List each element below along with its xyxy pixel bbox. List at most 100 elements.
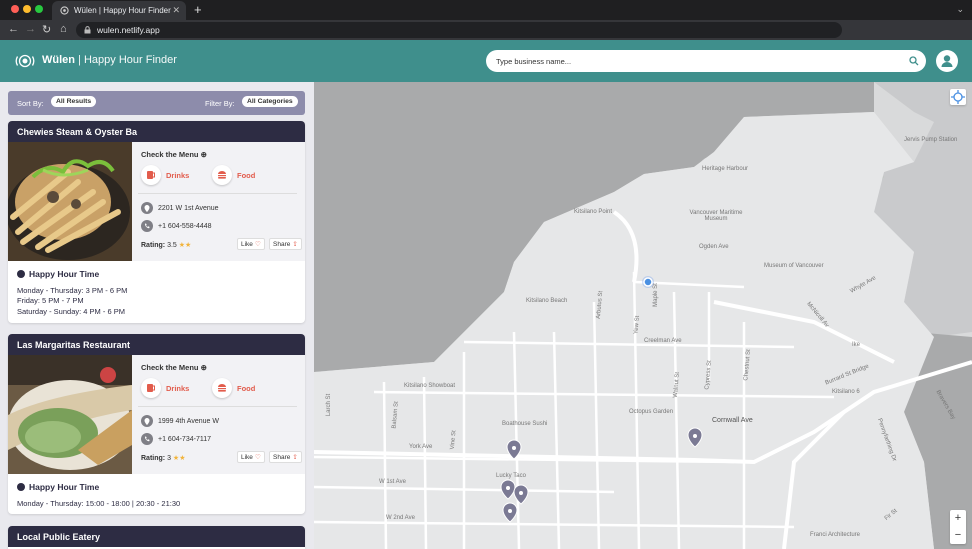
search-bar[interactable]: Type business name... [486,50,926,72]
like-button[interactable]: Like ♡ [237,238,265,250]
map-canvas[interactable] [314,82,972,549]
map-label: Franci Architecture [810,532,861,538]
crosshair-icon [951,90,965,104]
zoom-out-button[interactable]: − [950,527,966,544]
app-header: Wülen | Happy Hour Finder Type business … [0,40,972,82]
search-icon[interactable] [909,56,919,66]
new-tab-button[interactable]: + [194,2,202,17]
share-label: Share [273,453,291,461]
map-label: Ike [852,342,861,348]
phone-text[interactable]: +1 604-734-7117 [158,436,211,443]
home-icon[interactable]: ⌂ [60,23,67,35]
category-food[interactable]: Food [212,165,255,185]
rating-stars-icon: ★★ [178,242,192,249]
like-button[interactable]: Like ♡ [237,451,265,463]
filter-bar: Sort By: All Results Filter By: All Cate… [8,91,305,115]
map-label: Octopus Garden [629,409,674,415]
map-label: Larch St [326,393,333,417]
restaurant-card[interactable]: Las Margaritas Restaurant Check the Menu… [8,334,305,514]
close-window-icon[interactable] [11,5,19,13]
plus-circle-icon: ⊕ [200,150,207,159]
share-button[interactable]: Share ⇪ [269,238,302,250]
map-label: Kitsilano Beach [526,298,568,304]
forward-arrow-icon[interactable]: → [25,23,36,35]
location-pin-icon [141,202,153,214]
restaurant-card[interactable]: Local Public Eatery [8,526,305,549]
browser-tab[interactable]: Wülen | Happy Hour Finder ✕ [52,1,186,20]
brand-title[interactable]: Wülen | Happy Hour Finder [42,54,177,66]
restaurant-name[interactable]: Local Public Eatery [8,526,305,547]
address-text: 1999 4th Avenue W [158,417,219,425]
phone-row[interactable]: +1 604-734-7117 [141,433,211,445]
sort-label: Sort By: [17,99,44,108]
check-menu-link[interactable]: Check the Menu ⊕ [141,150,207,159]
results-sidebar[interactable]: Sort By: All Results Filter By: All Cate… [0,82,314,549]
category-food-label: Food [237,383,256,393]
tab-title: Wülen | Happy Hour Finder [74,6,171,15]
browser-tabstrip: Wülen | Happy Hour Finder ✕ + ⌄ [0,0,972,20]
category-drinks-label: Drinks [166,170,190,180]
reload-icon[interactable]: ↻ [42,23,51,36]
favicon-icon [60,6,69,15]
check-menu-label: Check the Menu [141,363,199,372]
map-label: Creelman Ave [644,338,682,344]
rating: Rating: 3.5 ★★ [141,241,191,249]
category-drinks[interactable]: Drinks [141,378,189,398]
category-drinks[interactable]: Drinks [141,165,189,185]
map-label: Vancouver Maritime Museum [689,210,743,222]
phone-text[interactable]: +1 604-558-4448 [158,223,212,230]
share-icon: ⇪ [292,454,298,461]
category-food-label: Food [237,170,256,180]
restaurant-photo [8,355,132,474]
map-label: Lucky Taco [496,473,526,479]
address-bar[interactable]: wulen.netlify.app [76,22,842,38]
plus-circle-icon: ⊕ [200,363,207,372]
happy-hour-label: Happy Hour Time [29,269,100,279]
minimize-window-icon[interactable] [23,5,31,13]
category-food[interactable]: Food [212,378,255,398]
share-icon: ⇪ [292,241,298,248]
user-avatar-button[interactable] [936,50,958,72]
wulen-logo-icon [15,54,35,68]
search-input[interactable]: Type business name... [496,57,571,66]
divider [138,406,297,407]
brand-name: Wülen [42,54,75,66]
map-label: W 2nd Ave [386,515,415,521]
back-arrow-icon[interactable]: ← [8,23,19,35]
filter-label: Filter By: [205,99,235,108]
maximize-window-icon[interactable] [35,5,43,13]
rating-label: Rating: [141,242,166,249]
happy-hour-label: Happy Hour Time [29,482,100,492]
restaurant-name[interactable]: Las Margaritas Restaurant [8,334,305,355]
restaurant-info: Check the Menu ⊕ Drinks Food 1999 4th Av… [132,355,305,474]
check-menu-link[interactable]: Check the Menu ⊕ [141,363,207,372]
happy-hour-line: Monday - Thursday: 15:00 - 18:00 | 20:30… [17,499,181,508]
map-label: Museum of Vancouver [764,263,824,269]
clock-icon [17,483,25,491]
share-button[interactable]: Share ⇪ [269,451,302,463]
address-row: 2201 W 1st Avenue [141,202,219,214]
map-label: Kitsilano 6 [832,389,860,395]
tab-close-icon[interactable]: ✕ [172,5,180,16]
restaurant-info: Check the Menu ⊕ Drinks Food 2201 W 1st … [132,142,305,261]
url-text: wulen.netlify.app [97,25,160,35]
filter-dropdown[interactable]: All Categories [242,96,298,107]
happy-hour-title: Happy Hour Time [17,269,99,279]
lock-icon [84,26,91,34]
zoom-in-button[interactable]: + [950,510,966,527]
tab-menu-chevron-icon[interactable]: ⌄ [956,4,964,15]
heart-icon: ♡ [254,454,261,461]
zoom-controls: + − [950,510,966,544]
restaurant-name[interactable]: Chewies Steam & Oyster Ba [8,121,305,142]
rating-stars-icon: ★★ [172,455,186,462]
location-pin-icon [141,415,153,427]
phone-row[interactable]: +1 604-558-4448 [141,220,212,232]
user-icon [941,55,953,67]
map-view[interactable]: Jervis Pump Station Heritage Harbour Kit… [314,82,972,549]
sort-dropdown[interactable]: All Results [51,96,97,107]
divider [138,193,297,194]
locate-me-button[interactable] [950,89,966,105]
like-label: Like [241,453,253,461]
restaurant-card[interactable]: Chewies Steam & Oyster Ba Check the Menu… [8,121,305,323]
map-label: Jervis Pump Station [904,137,958,143]
